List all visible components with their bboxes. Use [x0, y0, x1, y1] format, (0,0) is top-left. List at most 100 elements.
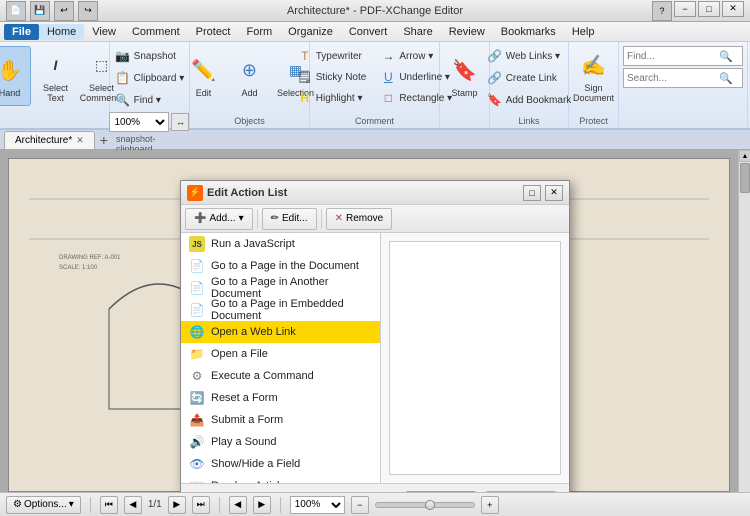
- cancel-button[interactable]: Cancel: [485, 491, 557, 493]
- add-bookmark-button[interactable]: 🔖 Add Bookmark: [482, 90, 577, 110]
- list-item-go-page[interactable]: 📄 Go to a Page in the Document: [181, 255, 380, 277]
- nav-next-button[interactable]: ▶: [168, 496, 186, 514]
- typewriter-button[interactable]: T Typewriter: [292, 46, 372, 66]
- clipboard-icon: 📋: [115, 70, 131, 86]
- find-button[interactable]: 🔍 Find ▾: [110, 90, 166, 110]
- typewriter-icon: T: [297, 48, 313, 64]
- menu-bookmarks[interactable]: Bookmarks: [493, 24, 564, 40]
- highlight-button[interactable]: H Highlight ▾: [292, 88, 372, 108]
- open-web-link-label: Open a Web Link: [211, 326, 296, 338]
- pan-left-button[interactable]: ◀: [229, 496, 247, 514]
- list-item-open-web-link[interactable]: 🌐 Open a Web Link: [181, 321, 380, 343]
- doc-tab-close[interactable]: ✕: [76, 135, 84, 146]
- remove-action-button[interactable]: ✕ Remove: [326, 208, 393, 230]
- add-button[interactable]: ⊕ Add: [227, 46, 271, 106]
- select-text-icon: I: [39, 49, 71, 81]
- snapshot-button[interactable]: 📷 Snapshot: [110, 46, 181, 66]
- web-links-button[interactable]: 🔗 Web Links ▾: [482, 46, 565, 66]
- menu-home[interactable]: Home: [39, 24, 84, 40]
- menu-protect[interactable]: Protect: [188, 24, 239, 40]
- nav-first-button[interactable]: ⏮: [100, 496, 118, 514]
- zoom-level-select[interactable]: 100% 75% 50% 150%: [290, 496, 345, 514]
- edit-action-icon: ✏: [271, 213, 279, 224]
- minimize-button[interactable]: −: [674, 1, 696, 17]
- list-item-play-sound[interactable]: 🔊 Play a Sound: [181, 431, 380, 453]
- toolbar-icon-3[interactable]: ↪: [78, 1, 98, 21]
- list-item-go-another[interactable]: 📄 Go to a Page in Another Document: [181, 277, 380, 299]
- zoom-in-button[interactable]: +: [481, 496, 499, 514]
- search-input-row[interactable]: 🔍: [623, 68, 743, 88]
- clipboard-button[interactable]: 📋 Clipboard ▾: [110, 68, 190, 88]
- web-links-label: Web Links ▾: [506, 51, 560, 62]
- modal-maximize-button[interactable]: □: [523, 185, 541, 201]
- options-label: Options...: [24, 499, 67, 510]
- menu-file[interactable]: File: [4, 24, 39, 40]
- typewriter-label: Typewriter: [316, 51, 362, 62]
- status-sep-1: [90, 497, 91, 513]
- list-item-go-embedded[interactable]: 📄 Go to a Page in Embedded Document: [181, 299, 380, 321]
- sticky-note-button[interactable]: 🗒 Sticky Note: [292, 67, 372, 87]
- ok-button[interactable]: OK: [405, 491, 477, 493]
- maximize-button[interactable]: □: [698, 1, 720, 17]
- stamp-button[interactable]: 🔖 Stamp: [442, 46, 486, 106]
- sign-document-button[interactable]: ✍ SignDocument: [572, 46, 616, 106]
- toolbar-icon-1[interactable]: 💾: [30, 1, 50, 21]
- ribbon-group-tools: ✋ Hand I SelectText ⬚ SelectComments: [2, 42, 110, 128]
- menu-share[interactable]: Share: [395, 24, 440, 40]
- options-button[interactable]: ⚙ Options... ▾: [6, 496, 81, 514]
- list-item-execute-cmd[interactable]: ⚙ Execute a Command: [181, 365, 380, 387]
- find-label: Find ▾: [134, 95, 161, 106]
- zoom-fit-button[interactable]: ↔: [171, 113, 189, 131]
- run-js-icon: JS: [189, 236, 205, 252]
- close-button[interactable]: ✕: [722, 1, 744, 17]
- list-item-open-file[interactable]: 📁 Open a File: [181, 343, 380, 365]
- list-item-read-article[interactable]: 📖 Read an Article: [181, 475, 380, 483]
- list-item-run-js[interactable]: JS Run a JavaScript: [181, 233, 380, 255]
- ribbon-group-view: 📷 Snapshot 📋 Clipboard ▾ 🔍 Find ▾ 100% 7…: [110, 42, 190, 128]
- hand-button[interactable]: ✋ Hand: [0, 46, 31, 106]
- app-icon: 📄: [6, 1, 26, 21]
- create-link-icon: 🔗: [487, 70, 503, 86]
- list-item-show-hide[interactable]: 👁 Show/Hide a Field: [181, 453, 380, 475]
- menu-convert[interactable]: Convert: [341, 24, 396, 40]
- toolbar-icon-2[interactable]: ↩: [54, 1, 74, 21]
- go-page-icon: 📄: [189, 258, 205, 274]
- find-input[interactable]: [627, 51, 717, 62]
- modal-close-button[interactable]: ✕: [545, 185, 563, 201]
- question-icon[interactable]: ?: [652, 1, 672, 21]
- zoom-slider-thumb[interactable]: [425, 500, 435, 510]
- menu-help[interactable]: Help: [564, 24, 603, 40]
- menu-review[interactable]: Review: [441, 24, 493, 40]
- menu-comment[interactable]: Comment: [124, 24, 188, 40]
- list-item-submit-form[interactable]: 📤 Submit a Form: [181, 409, 380, 431]
- go-embedded-label: Go to a Page in Embedded Document: [211, 298, 372, 322]
- add-action-button[interactable]: ➕ Add... ▾: [185, 208, 253, 230]
- select-text-button[interactable]: I SelectText: [33, 46, 77, 106]
- window-controls: ? − □ ✕: [652, 1, 744, 21]
- arrow-label: Arrow ▾: [399, 51, 433, 62]
- search-input[interactable]: [627, 73, 717, 84]
- edit-button[interactable]: ✏️ Edit: [181, 46, 225, 106]
- snapshot-label: Snapshot: [134, 51, 176, 62]
- zoom-select[interactable]: 100% 75% 50% 150% 200%: [109, 112, 169, 132]
- add-action-icon: ➕: [194, 213, 206, 224]
- menu-organize[interactable]: Organize: [280, 24, 341, 40]
- modal-footer: OK Cancel: [181, 483, 569, 492]
- search-search-icon: 🔍: [719, 72, 733, 85]
- links-row: 🔗 Web Links ▾ 🔗 Create Link 🔖 Add Bookma…: [482, 46, 577, 114]
- pan-right-button[interactable]: ▶: [253, 496, 271, 514]
- stamp-icon: 🔖: [448, 54, 480, 86]
- list-item-reset-form[interactable]: 🔄 Reset a Form: [181, 387, 380, 409]
- edit-action-button[interactable]: ✏ Edit...: [262, 208, 317, 230]
- zoom-out-button[interactable]: −: [351, 496, 369, 514]
- nav-prev-button[interactable]: ◀: [124, 496, 142, 514]
- nav-last-button[interactable]: ⏭: [192, 496, 210, 514]
- clipboard-label: Clipboard ▾: [134, 73, 185, 84]
- find-input-row[interactable]: 🔍: [623, 46, 743, 66]
- create-link-button[interactable]: 🔗 Create Link: [482, 68, 562, 88]
- add-tab-button[interactable]: +: [95, 131, 113, 149]
- menu-view[interactable]: View: [84, 24, 124, 40]
- doc-tab-architecture[interactable]: Architecture* ✕: [4, 131, 95, 149]
- zoom-slider[interactable]: [375, 502, 475, 508]
- menu-form[interactable]: Form: [239, 24, 281, 40]
